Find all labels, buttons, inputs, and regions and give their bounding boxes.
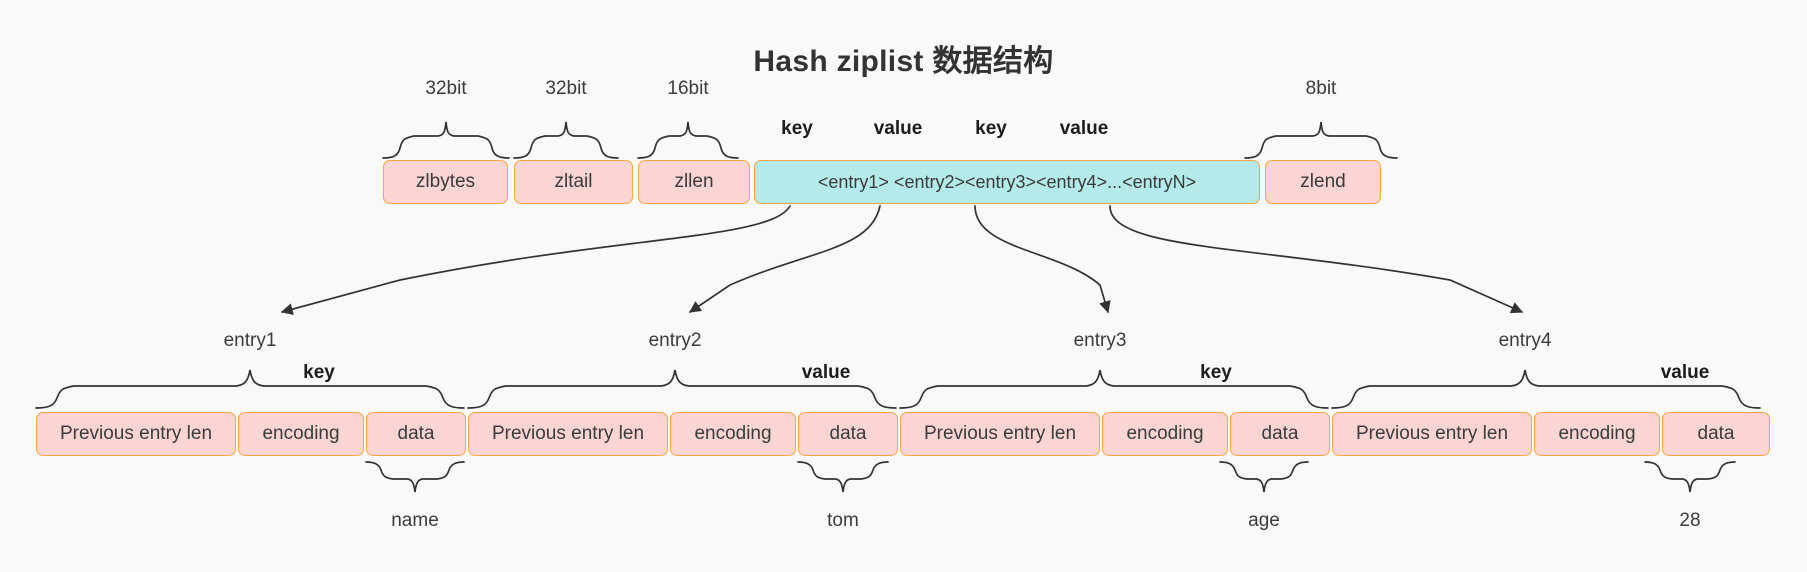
detail-box-prevlen-1[interactable]: Previous entry len [36,412,236,456]
detail-group-label-key-2: key [1200,362,1232,383]
brace-zltail [513,121,619,159]
entry-label-entry4: entry4 [1498,330,1552,351]
detail-box-prevlen-3[interactable]: Previous entry len [900,412,1100,456]
size-label-zlend: 8bit [1305,78,1337,99]
detail-box-encoding-4[interactable]: encoding [1534,412,1660,456]
brace-zlbytes [382,121,510,159]
ziplist-field-zlbytes[interactable]: zlbytes [383,160,508,204]
detail-box-data-4[interactable]: data [1662,412,1770,456]
detail-box-prevlen-4[interactable]: Previous entry len [1332,412,1532,456]
arrow-entry4 [1109,205,1524,314]
page-title: Hash ziplist 数据结构 [753,45,1054,78]
ziplist-field-zllen[interactable]: zllen [638,160,750,204]
detail-box-data-1[interactable]: data [366,412,466,456]
detail-box-prevlen-2[interactable]: Previous entry len [468,412,668,456]
size-label-zltail: 32bit [545,78,587,99]
entry-label-entry2: entry2 [648,330,702,351]
data-value-label-age: age [1248,510,1280,531]
detail-group-label-value-1: value [801,362,851,383]
brace-data-age [1219,461,1309,493]
arrow-entry3 [974,205,1111,314]
data-value-label-28: 28 [1679,510,1701,531]
detail-box-encoding-3[interactable]: encoding [1102,412,1228,456]
connector-layer [35,121,1761,493]
diagram-canvas: Hash ziplist 数据结构 32bit 32bit 16bit 8bit… [0,0,1807,572]
ziplist-field-zltail[interactable]: zltail [514,160,633,204]
detail-group-label-key-1: key [303,362,335,383]
brace-data-name [365,461,465,493]
entry-label-entry1: entry1 [223,330,277,351]
arrow-entry1 [280,205,791,315]
brace-zllen [637,121,739,159]
data-value-label-tom: tom [827,510,859,531]
brace-entry1 [35,369,465,409]
entry-field-label-key-2: key [975,118,1007,139]
brace-zlend [1244,121,1398,159]
entry-field-label-key-1: key [781,118,813,139]
detail-group-label-value-2: value [1660,362,1710,383]
brace-data-tom [797,461,889,493]
size-label-zllen: 16bit [667,78,709,99]
entry-field-label-value-1: value [873,118,923,139]
detail-box-encoding-2[interactable]: encoding [670,412,796,456]
size-label-zlbytes: 32bit [425,78,467,99]
entry-label-entry3: entry3 [1073,330,1127,351]
data-value-label-name: name [391,510,439,531]
entry-field-label-value-2: value [1059,118,1109,139]
brace-data-28 [1644,461,1736,493]
brace-entry3 [899,369,1329,409]
ziplist-field-entries[interactable]: <entry1> <entry2><entry3><entry4>...<ent… [754,160,1260,204]
detail-box-encoding-1[interactable]: encoding [238,412,364,456]
ziplist-field-zlend[interactable]: zlend [1265,160,1381,204]
detail-box-data-2[interactable]: data [798,412,898,456]
detail-box-data-3[interactable]: data [1230,412,1330,456]
arrow-entry2 [689,205,881,313]
